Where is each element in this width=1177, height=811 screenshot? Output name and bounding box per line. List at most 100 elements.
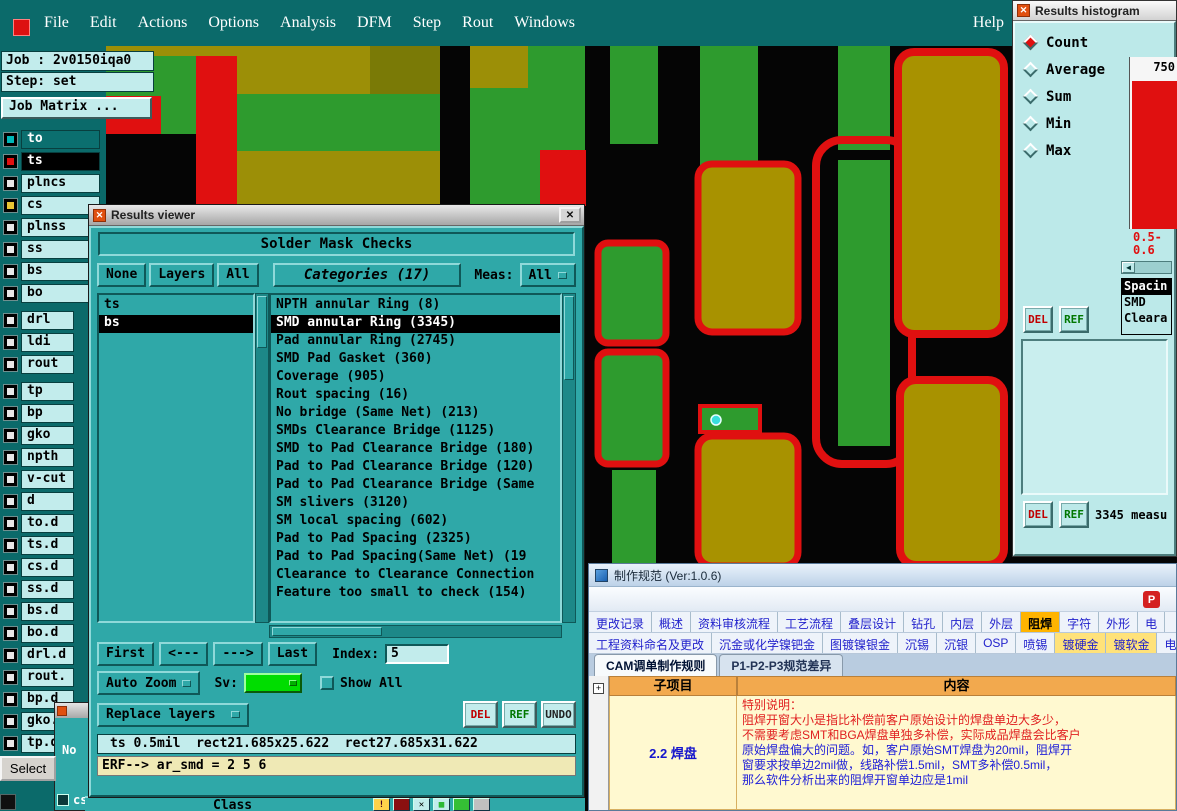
spec-tab[interactable]: OSP <box>976 633 1017 653</box>
spec-tab[interactable]: 叠层设计 <box>841 612 905 632</box>
category-item[interactable]: SMD annular Ring (3345) <box>271 315 560 333</box>
diamond-radio-icon[interactable] <box>1022 88 1039 105</box>
layer-checkbox[interactable] <box>3 242 18 257</box>
layer-checkbox[interactable] <box>3 176 18 191</box>
scrollbar-thumb[interactable] <box>272 627 382 636</box>
menu-item[interactable]: Rout <box>462 14 493 32</box>
histogram-titlebar[interactable]: ✕ Results histogram <box>1013 1 1176 21</box>
replace-layers-dropdown[interactable]: Replace layers <box>97 702 249 727</box>
diamond-radio-icon[interactable] <box>1022 142 1039 159</box>
spec-tab[interactable]: 工艺流程 <box>778 612 842 632</box>
layer-checkbox[interactable] <box>3 132 18 147</box>
layer-checkbox[interactable] <box>3 582 18 597</box>
layer-label[interactable]: cs.d <box>21 558 74 577</box>
job-matrix-button[interactable]: Job Matrix ... <box>1 97 152 119</box>
layer-checkbox[interactable] <box>3 154 18 169</box>
histogram-option[interactable]: Count <box>1015 29 1174 56</box>
del-button[interactable]: DEL <box>1023 306 1053 333</box>
red-class-button[interactable] <box>393 798 410 811</box>
layer-checkbox[interactable] <box>3 406 18 421</box>
category-item[interactable]: Pad to Pad Spacing(Same Net) (19 <box>271 549 560 567</box>
layer-checkbox[interactable] <box>3 286 18 301</box>
spec-tab[interactable]: 外层 <box>982 612 1022 632</box>
spec-tab[interactable]: 概述 <box>652 612 692 632</box>
prev-button[interactable]: <--- <box>159 642 209 666</box>
layer-label[interactable]: drl.d <box>21 646 74 665</box>
category-item[interactable]: Coverage (905) <box>271 369 560 387</box>
layer-checkbox[interactable] <box>3 626 18 641</box>
category-item[interactable]: SMD Pad Gasket (360) <box>271 351 560 369</box>
category-item[interactable]: Feature too small to check (154) <box>271 585 560 603</box>
layer-label[interactable]: ts.d <box>21 536 74 555</box>
menu-item-help[interactable]: Help <box>973 14 1004 32</box>
layer-label[interactable]: to.d <box>21 514 74 533</box>
category-item[interactable]: Pad to Pad Clearance Bridge (Same <box>271 477 560 495</box>
category-hscrollbar[interactable] <box>269 625 562 638</box>
histogram-hscrollbar[interactable]: ◀ <box>1121 261 1172 274</box>
spec-tab[interactable]: 资料审核流程 <box>691 612 779 632</box>
spec-tab[interactable]: 镀硬金 <box>1055 633 1107 653</box>
category-item[interactable]: Rout spacing (16) <box>271 387 560 405</box>
spec-tab[interactable]: 电 <box>1157 633 1176 653</box>
diamond-radio-icon[interactable] <box>1022 34 1039 51</box>
layer-checkbox[interactable] <box>3 560 18 575</box>
layer-checkbox[interactable] <box>3 450 18 465</box>
category-item[interactable]: SM local spacing (602) <box>271 513 560 531</box>
spec-tab[interactable]: 外形 <box>1099 612 1139 632</box>
viewer-titlebar[interactable]: ✕ Results viewer ✕ <box>89 205 584 226</box>
menu-item[interactable]: Edit <box>90 14 117 32</box>
viewer-layer-item[interactable]: ts <box>99 297 253 315</box>
legend-item[interactable]: Cleara <box>1122 311 1171 327</box>
spec-rule-tab[interactable]: CAM调单制作规则 <box>594 654 718 676</box>
index-input[interactable]: 5 <box>385 644 450 664</box>
layer-label[interactable]: ts <box>21 152 100 171</box>
layer-checkbox[interactable] <box>3 384 18 399</box>
layer-checkbox[interactable] <box>3 648 18 663</box>
menu-item[interactable]: Windows <box>514 14 575 32</box>
ref-button[interactable]: REF <box>1059 306 1089 333</box>
spec-tab[interactable]: 字符 <box>1060 612 1100 632</box>
warning-button[interactable]: ! <box>373 798 390 811</box>
filter-button[interactable]: All <box>217 263 259 287</box>
layer-label[interactable]: to <box>21 130 100 149</box>
spec-tab[interactable]: 阻焊 <box>1021 612 1061 632</box>
layer-row[interactable]: plncs <box>3 174 106 193</box>
action-button[interactable]: DEL <box>463 701 498 728</box>
categories-button[interactable]: Categories (17) <box>272 263 462 287</box>
grid-button[interactable]: ▦ <box>433 798 450 811</box>
layer-checkbox[interactable] <box>3 335 18 350</box>
spec-tab[interactable]: 沉锡 <box>898 633 938 653</box>
spec-tab[interactable]: 喷锡 <box>1016 633 1056 653</box>
layer-checkbox[interactable] <box>3 538 18 553</box>
spec-tab[interactable]: 沉金或化学镍钯金 <box>712 633 824 653</box>
layer-checkbox[interactable] <box>3 692 18 707</box>
layer-label[interactable]: bo.d <box>21 624 74 643</box>
layer-label[interactable]: tp <box>21 382 74 401</box>
layer-row[interactable]: to <box>3 130 106 149</box>
legend-item[interactable]: Spacin <box>1122 279 1171 295</box>
menu-item[interactable]: Options <box>208 14 259 32</box>
category-item[interactable]: SMDs Clearance Bridge (1125) <box>271 423 560 441</box>
gray-class-button[interactable] <box>473 798 490 811</box>
layer-checkbox[interactable] <box>3 494 18 509</box>
layer-checkbox[interactable] <box>3 198 18 213</box>
category-item[interactable]: Pad annular Ring (2745) <box>271 333 560 351</box>
menu-item[interactable]: Actions <box>138 14 188 32</box>
expand-icon[interactable]: + <box>593 683 604 694</box>
layer-checkbox[interactable] <box>3 313 18 328</box>
del-button[interactable]: DEL <box>1023 501 1053 528</box>
category-item[interactable]: No bridge (Same Net) (213) <box>271 405 560 423</box>
layer-checkbox[interactable] <box>3 428 18 443</box>
spec-tab[interactable]: 工程资料命名及更改 <box>589 633 713 653</box>
layer-label[interactable]: plncs <box>21 174 100 193</box>
layer-list-scrollbar[interactable] <box>255 293 269 623</box>
layer-checkbox[interactable] <box>3 714 18 729</box>
layer-label[interactable]: v-cut <box>21 470 74 489</box>
scroll-left-arrow-icon[interactable]: ◀ <box>1122 262 1135 273</box>
layer-label[interactable]: gko <box>21 426 74 445</box>
layer-label[interactable]: ldi <box>21 333 74 352</box>
layer-checkbox[interactable] <box>3 264 18 279</box>
category-item[interactable]: Pad to Pad Spacing (2325) <box>271 531 560 549</box>
auto-zoom-dropdown[interactable]: Auto Zoom <box>97 671 201 695</box>
layer-label[interactable]: rout. <box>21 668 74 687</box>
